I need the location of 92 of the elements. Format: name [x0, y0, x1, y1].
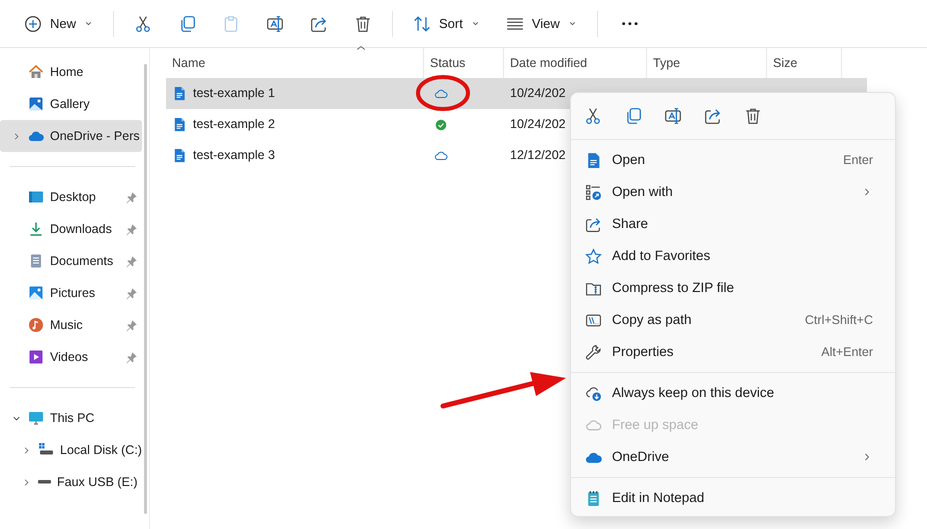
file-row[interactable]: test-example 2 10/24/202: [166, 109, 867, 140]
sidebar-item[interactable]: Documents: [0, 245, 142, 277]
menu-item[interactable]: OneDrive: [575, 441, 891, 473]
gallery-icon: [28, 96, 44, 112]
sidebar-label: Music: [50, 316, 83, 334]
cut-icon: [134, 14, 152, 32]
view-button[interactable]: View: [500, 10, 583, 38]
sidebar-label: OneDrive - Pers: [50, 128, 140, 145]
star-icon: [585, 248, 602, 264]
scrollbar[interactable]: [144, 64, 147, 514]
share-icon: [310, 14, 328, 32]
shortcut-label: Alt+Enter: [821, 344, 873, 361]
menu-item[interactable]: Properties Alt+Enter: [575, 336, 891, 368]
menu-label: OneDrive: [612, 448, 670, 466]
video-icon: [28, 349, 44, 365]
file-name: test-example 1: [193, 85, 275, 102]
sidebar-label: Desktop: [50, 188, 96, 206]
sidebar-label: Downloads: [50, 220, 112, 238]
menu-item[interactable]: Open with: [575, 176, 891, 208]
date-modified: 10/24/202: [510, 116, 566, 134]
menu-label: Free up space: [612, 416, 698, 434]
sidebar-label: Gallery: [50, 96, 90, 113]
sidebar-item[interactable]: Gallery: [0, 88, 142, 120]
trash-icon: [744, 107, 762, 125]
menu-label: Open with: [612, 182, 673, 201]
open-with-icon: [585, 184, 602, 200]
menu-item[interactable]: Add to Favorites: [575, 240, 891, 272]
add-icon: [24, 14, 42, 32]
shortcut-label: Ctrl+Shift+C: [804, 312, 873, 329]
menu-item[interactable]: Always keep on this device: [575, 377, 891, 409]
download-icon: [28, 221, 44, 237]
sidebar-label: Local Disk (C:): [60, 442, 142, 459]
home-icon: [28, 64, 44, 80]
sidebar-label: Faux USB (E:): [57, 474, 138, 491]
menu-label: Share: [612, 214, 648, 233]
sidebar-item[interactable]: Local Disk (C:): [0, 434, 142, 466]
sidebar-item[interactable]: Desktop: [0, 181, 142, 213]
cloud-download-icon: [585, 384, 602, 402]
document-icon: [28, 253, 44, 269]
sidebar-label: Documents: [50, 252, 114, 270]
sidebar-item[interactable]: Faux USB (E:): [0, 466, 142, 498]
menu-label: Edit in Notepad: [612, 488, 704, 507]
document-icon: [585, 152, 602, 168]
shortcut-label: Enter: [843, 152, 873, 169]
menu-item[interactable]: Copy as path Ctrl+Shift+C: [575, 304, 891, 336]
date-modified: 10/24/202: [510, 85, 566, 102]
date-modified: 12/12/202: [510, 147, 566, 164]
sidebar-item[interactable]: Videos: [0, 341, 142, 373]
sidebar-label: Pictures: [50, 284, 96, 302]
new-button[interactable]: New: [18, 10, 100, 38]
menu-item[interactable]: Open Enter: [575, 144, 891, 176]
menu-item[interactable]: Share: [575, 208, 891, 240]
picture-icon: [28, 285, 44, 301]
monitor-icon: [28, 410, 44, 426]
menu-label: Copy as path: [612, 310, 692, 329]
sort-icon: [413, 14, 432, 32]
document-icon: [172, 148, 187, 163]
path-icon: [585, 312, 602, 328]
menu-item[interactable]: Edit in Notepad: [575, 482, 891, 514]
menu-label: Compress to ZIP file: [612, 278, 734, 297]
rename-icon: [664, 107, 682, 125]
sidebar-item[interactable]: Music: [0, 309, 142, 341]
sidebar-item[interactable]: Pictures: [0, 277, 142, 309]
sidebar-item[interactable]: This PC: [0, 402, 142, 434]
more-icon: [622, 22, 638, 26]
cut-icon: [584, 107, 602, 125]
menu-label: Always keep on this device: [612, 384, 774, 402]
desktop-icon: [28, 189, 44, 205]
document-icon: [172, 117, 187, 132]
sidebar-item[interactable]: OneDrive - Pers: [0, 120, 142, 152]
menu-label: Properties: [612, 342, 674, 361]
share-icon: [704, 107, 722, 125]
sidebar-item[interactable]: Downloads: [0, 213, 142, 245]
sidebar-item[interactable]: Home: [0, 56, 142, 88]
menu-label: Open: [612, 150, 646, 169]
file-name: test-example 2: [193, 116, 275, 134]
sort-button[interactable]: Sort: [407, 10, 486, 38]
highlight-circle: [416, 75, 470, 111]
file-name: test-example 3: [193, 147, 275, 164]
sidebar-label: Home: [50, 64, 84, 81]
wrench-icon: [585, 344, 602, 360]
sidebar-label: This PC: [50, 410, 94, 427]
menu-item[interactable]: Compress to ZIP file: [575, 272, 891, 304]
share-icon: [585, 216, 602, 232]
menu-label: Add to Favorites: [612, 246, 710, 265]
trash-icon: [354, 14, 372, 32]
rename-icon: [266, 14, 284, 32]
music-icon: [28, 317, 44, 333]
document-icon: [172, 86, 187, 101]
sidebar-label: Videos: [50, 348, 88, 366]
notepad-icon: [585, 490, 602, 506]
drive-icon: [38, 480, 51, 484]
